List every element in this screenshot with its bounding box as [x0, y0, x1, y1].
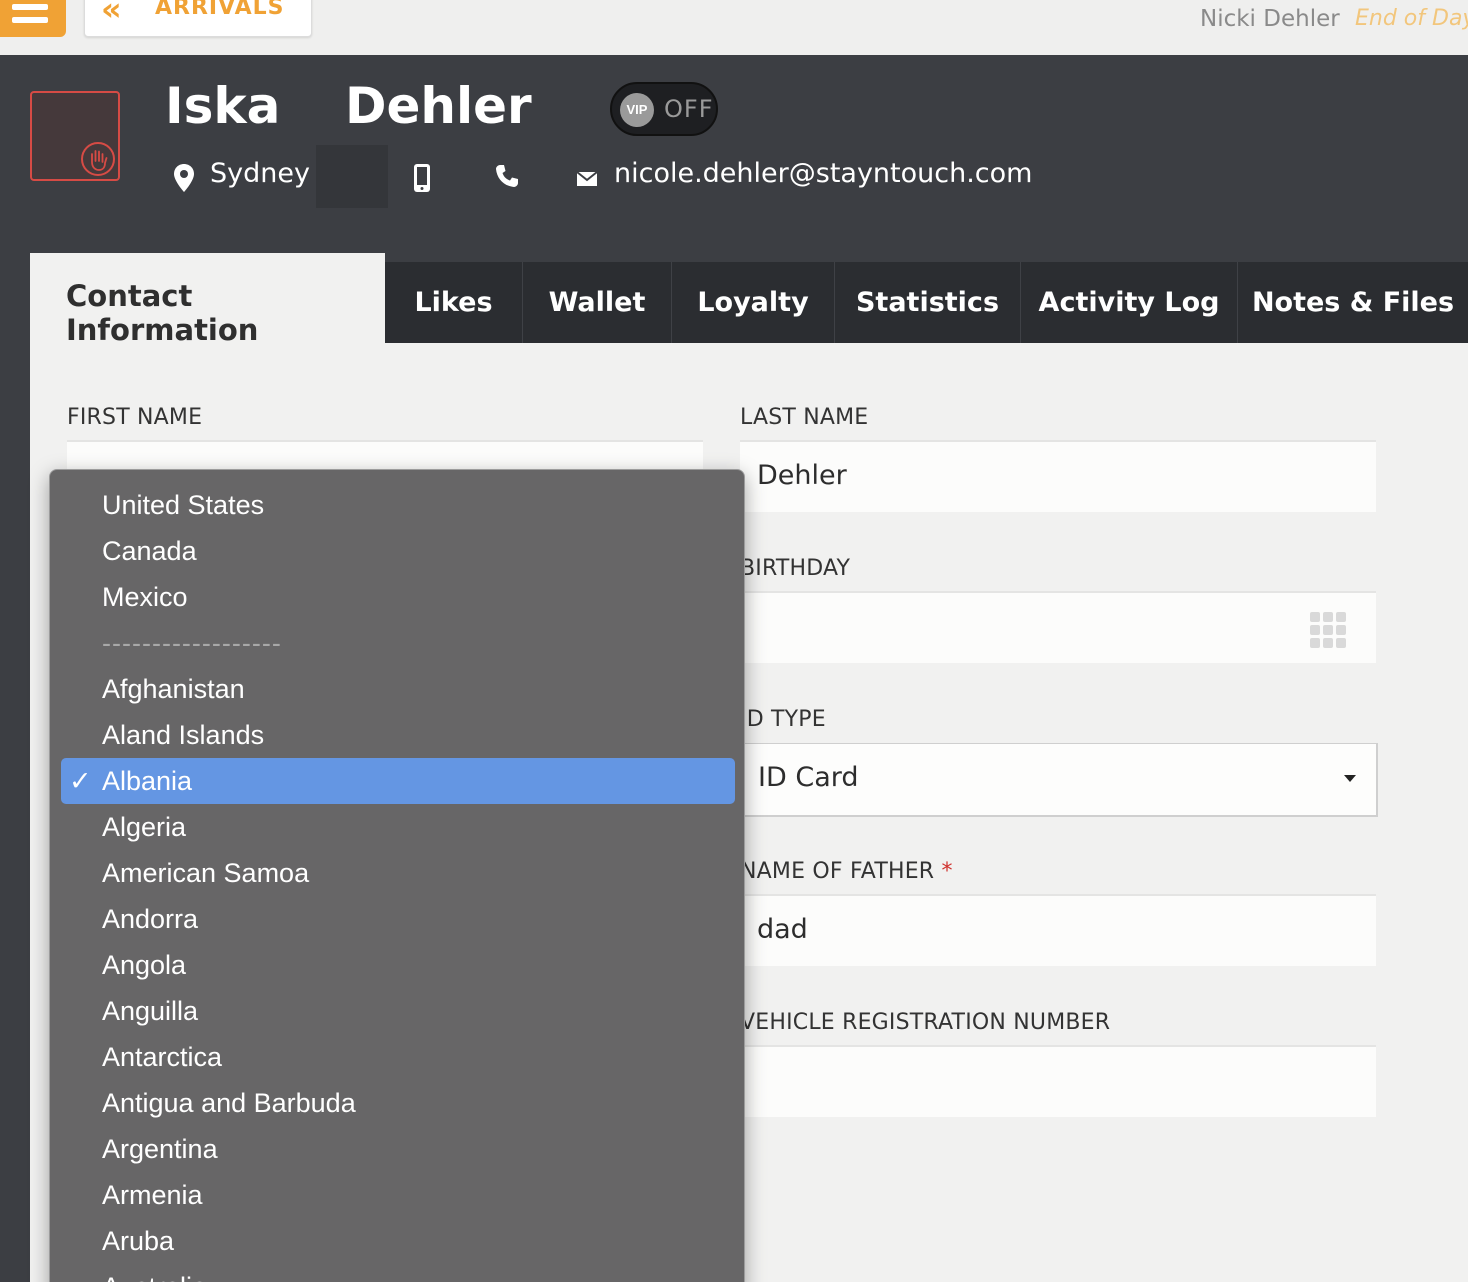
country-option-selected[interactable]: ✓ Albania [61, 758, 735, 804]
vip-state: OFF [664, 95, 714, 123]
country-option[interactable]: Mexico [61, 574, 735, 620]
tab-notes-files[interactable]: Notes & Files [1237, 262, 1468, 343]
id-type-select[interactable]: ID Card [740, 743, 1378, 817]
end-of-day-link[interactable]: End of Day [1355, 6, 1468, 31]
country-option[interactable]: Aruba [61, 1218, 735, 1264]
selected-country-label: Albania [102, 766, 193, 796]
father-name-field[interactable]: dad [740, 894, 1376, 966]
arrivals-label: ARRIVALS [155, 0, 285, 20]
country-option[interactable]: Afghanistan [61, 666, 735, 712]
birthday-label: BIRTHDAY [740, 556, 851, 581]
tab-contact-information[interactable]: Contact Information [30, 253, 385, 347]
tab-loyalty[interactable]: Loyalty [671, 262, 834, 343]
last-name-value: Dehler [757, 460, 847, 491]
country-option[interactable]: Algeria [61, 804, 735, 850]
mail-icon[interactable] [576, 170, 598, 188]
last-name-field[interactable]: Dehler [740, 440, 1376, 512]
country-option[interactable]: United States [61, 482, 735, 528]
id-type-label: ID TYPE [740, 707, 826, 732]
location-pin-icon [174, 164, 194, 192]
id-type-value: ID Card [758, 762, 859, 793]
country-option[interactable]: Australia [61, 1264, 735, 1282]
tab-statistics[interactable]: Statistics [834, 262, 1020, 343]
guest-info-placeholder [316, 145, 388, 208]
father-name-label: NAME OF FATHER * [740, 859, 953, 884]
guest-city: Sydney [210, 158, 310, 189]
guest-last-name: Dehler [345, 77, 532, 135]
hand-stop-icon [81, 142, 115, 176]
first-name-label: FIRST NAME [67, 405, 203, 430]
country-option[interactable]: Anguilla [61, 988, 735, 1034]
country-dropdown-list[interactable]: United States Canada Mexico ------------… [49, 469, 745, 1282]
required-marker: * [941, 859, 953, 884]
top-bar: « ARRIVALS Nicki Dehler End of Day [0, 0, 1468, 55]
country-option[interactable]: Antarctica [61, 1034, 735, 1080]
country-option-separator: ------------------ [102, 628, 282, 658]
country-option[interactable]: Antigua and Barbuda [61, 1080, 735, 1126]
tab-activity-log[interactable]: Activity Log [1020, 262, 1237, 343]
checkmark-icon: ✓ [69, 766, 92, 796]
mobile-phone-icon[interactable] [412, 163, 432, 193]
father-name-value: dad [757, 914, 808, 945]
vip-toggle[interactable]: VIP OFF [610, 82, 718, 136]
country-option[interactable]: Armenia [61, 1172, 735, 1218]
country-option[interactable]: Andorra [61, 896, 735, 942]
country-option[interactable]: Argentina [61, 1126, 735, 1172]
user-name[interactable]: Nicki Dehler [1200, 6, 1340, 32]
country-option[interactable]: Angola [61, 942, 735, 988]
menu-button[interactable] [0, 0, 66, 37]
country-option[interactable]: Aland Islands [61, 712, 735, 758]
dropdown-caret-icon [1344, 775, 1356, 782]
country-option[interactable]: Canada [61, 528, 735, 574]
tab-likes[interactable]: Likes [385, 262, 522, 343]
phone-icon[interactable] [494, 163, 520, 189]
country-option[interactable]: American Samoa [61, 850, 735, 896]
last-name-label: LAST NAME [740, 405, 869, 430]
double-chevron-left-icon: « [101, 0, 123, 28]
tab-wallet[interactable]: Wallet [522, 262, 671, 343]
menu-icon [12, 4, 48, 10]
guest-email[interactable]: nicole.dehler@stayntouch.com [614, 158, 1032, 189]
vip-badge: VIP [620, 93, 654, 127]
arrivals-back-button[interactable]: « ARRIVALS [84, 0, 312, 37]
content-left-strip [0, 343, 30, 1282]
guest-avatar[interactable] [30, 91, 120, 181]
father-name-label-text: NAME OF FATHER [740, 859, 935, 884]
birthday-field[interactable] [740, 591, 1376, 663]
calendar-grid-icon[interactable] [1310, 612, 1347, 649]
menu-icon-bar [12, 17, 48, 23]
vehicle-registration-label: VEHICLE REGISTRATION NUMBER [740, 1010, 1111, 1035]
guest-first-name: Iska [165, 77, 281, 135]
vehicle-registration-field[interactable] [740, 1045, 1376, 1117]
